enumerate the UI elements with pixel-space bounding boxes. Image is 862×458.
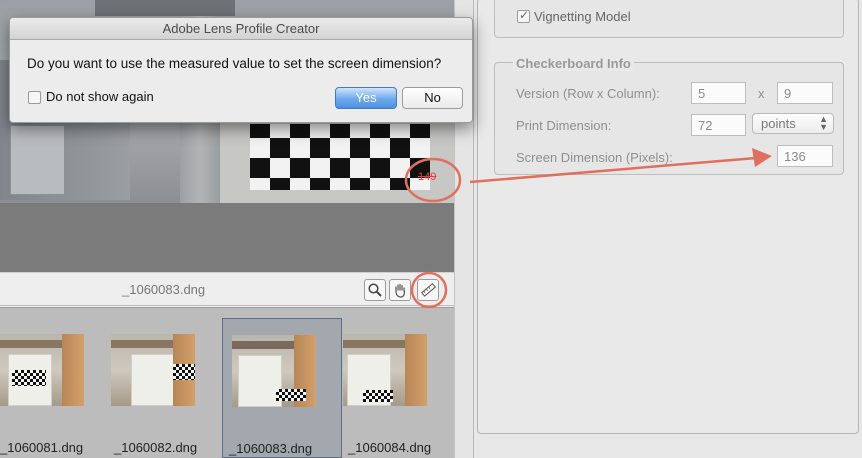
checker-square xyxy=(350,138,370,158)
confirm-dialog: Adobe Lens Profile Creator Do you want t… xyxy=(9,17,473,123)
version-label: Version (Row x Column): xyxy=(516,86,660,101)
measure-tool-button[interactable] xyxy=(417,279,439,301)
filmstrip: _1060081.dng _1060082.dng _1060083.dng _… xyxy=(0,307,454,458)
rows-field[interactable]: 5 xyxy=(691,82,746,104)
checker-square xyxy=(410,124,430,138)
settings-panel: Vignetting Model Version (Row x Column):… xyxy=(474,0,862,458)
rows-columns-separator: x xyxy=(758,86,765,101)
checker-square xyxy=(270,178,290,190)
checkerboard-info-title: Checkerboard Info xyxy=(513,56,634,71)
filmstrip-item-label: _1060084.dng xyxy=(348,440,432,455)
thumbnail-image xyxy=(232,335,316,407)
checker-square xyxy=(250,124,270,138)
do-not-show-again-checkbox[interactable] xyxy=(28,91,41,105)
vignetting-label: Vignetting Model xyxy=(534,9,631,25)
measured-value-readout: 149 xyxy=(418,171,437,183)
checker-square xyxy=(290,158,310,178)
checker-square xyxy=(270,138,290,158)
print-unit-value: points xyxy=(761,116,796,131)
thumbnail-image xyxy=(0,334,84,406)
filmstrip-item[interactable]: _1060081.dng xyxy=(0,318,111,458)
model-options-box: Vignetting Model xyxy=(494,0,844,38)
do-not-show-again-label: Do not show again xyxy=(46,89,154,104)
do-not-show-again-option[interactable]: Do not show again xyxy=(28,89,154,105)
checker-square xyxy=(370,158,390,178)
columns-field[interactable]: 9 xyxy=(777,82,833,104)
checker-square xyxy=(330,124,350,138)
select-arrows-icon: ▲ ▼ xyxy=(819,114,828,132)
checker-square xyxy=(310,178,330,190)
vignetting-checkbox[interactable] xyxy=(517,8,530,24)
filmstrip-item-selected[interactable]: _1060083.dng xyxy=(222,318,342,458)
yes-button[interactable]: Yes xyxy=(335,87,397,109)
print-unit-select[interactable]: points ▲ ▼ xyxy=(752,113,834,134)
checker-square xyxy=(390,138,410,158)
checker-square xyxy=(390,178,410,190)
screen-dimension-label: Screen Dimension (Pixels): xyxy=(516,150,673,165)
print-dimension-field[interactable]: 72 xyxy=(691,114,746,136)
viewer-toolbar: _1060083.dng xyxy=(0,272,454,306)
checker-square xyxy=(330,158,350,178)
filmstrip-item-label: _1060082.dng xyxy=(114,440,198,455)
checkerboard-info-box: Version (Row x Column): 5 x 9 Print Dime… xyxy=(494,62,844,175)
print-dimension-label: Print Dimension: xyxy=(516,118,612,133)
hand-icon xyxy=(395,283,406,298)
checker-square xyxy=(250,158,270,178)
settings-group: Vignetting Model Version (Row x Column):… xyxy=(477,0,859,434)
screen-dimension-field[interactable]: 136 xyxy=(777,145,833,167)
checker-square xyxy=(290,124,310,138)
zoom-tool-button[interactable] xyxy=(364,279,386,301)
checkerboard-target xyxy=(250,124,430,190)
vignetting-option[interactable]: Vignetting Model xyxy=(517,8,631,24)
filmstrip-item[interactable]: _1060084.dng xyxy=(334,318,454,458)
no-button[interactable]: No xyxy=(402,87,463,109)
checker-square xyxy=(350,178,370,190)
thumbnail-image xyxy=(111,334,195,406)
filmstrip-item-label: _1060083.dng xyxy=(229,441,313,456)
thumbnail-image xyxy=(343,334,427,406)
ruler-icon xyxy=(421,282,436,297)
dialog-title: Adobe Lens Profile Creator xyxy=(10,18,472,40)
filmstrip-item[interactable]: _1060082.dng xyxy=(102,318,222,458)
hand-tool-button[interactable] xyxy=(389,279,411,301)
checker-square xyxy=(310,138,330,158)
zoom-icon xyxy=(368,283,382,297)
checker-square xyxy=(370,124,390,138)
dialog-message: Do you want to use the measured value to… xyxy=(27,56,442,71)
current-file-name: _1060083.dng xyxy=(122,282,206,297)
